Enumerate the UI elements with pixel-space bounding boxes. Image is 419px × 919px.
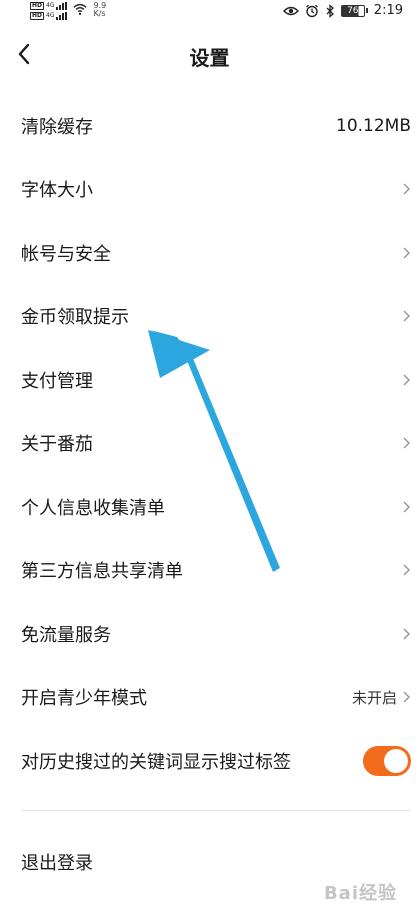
setting-payment-management[interactable]: 支付管理	[0, 348, 419, 412]
chevron-right-icon	[403, 691, 411, 703]
chevron-right-icon	[403, 183, 411, 195]
battery-icon: 76	[340, 4, 368, 17]
network-indicators: HD 4G HD 4G 9.9 K/s	[30, 2, 106, 20]
setting-teen-mode[interactable]: 开启青少年模式 未开启	[0, 666, 419, 730]
setting-label: 个人信息收集清单	[21, 497, 165, 519]
logout-button[interactable]: 退出登录	[21, 832, 93, 892]
section-divider	[21, 810, 411, 811]
sim1-signal-icon	[56, 2, 68, 10]
toggle-knob	[384, 748, 408, 773]
setting-account-security[interactable]: 帐号与安全	[0, 221, 419, 285]
chevron-right-icon	[403, 247, 411, 259]
sim1-hd-badge: HD	[30, 2, 45, 10]
setting-clear-cache[interactable]: 清除缓存 10.12MB	[0, 94, 419, 158]
chevron-right-icon	[403, 501, 411, 513]
setting-label: 帐号与安全	[21, 243, 111, 265]
setting-label: 免流量服务	[21, 624, 111, 646]
setting-search-history-tag: 对历史搜过的关键词显示搜过标签	[0, 729, 419, 793]
setting-label: 字体大小	[21, 180, 93, 202]
setting-coin-reminder[interactable]: 金币领取提示	[0, 285, 419, 349]
setting-personal-info-list[interactable]: 个人信息收集清单	[0, 475, 419, 539]
setting-label: 金币领取提示	[21, 307, 129, 329]
network-speed: 9.9 K/s	[93, 2, 106, 18]
setting-font-size[interactable]: 字体大小	[0, 158, 419, 222]
setting-label: 开启青少年模式	[21, 688, 147, 710]
setting-label: 清除缓存	[21, 116, 93, 138]
chevron-right-icon	[403, 310, 411, 322]
setting-label: 支付管理	[21, 370, 93, 392]
chevron-right-icon	[403, 564, 411, 576]
chevron-right-icon	[403, 437, 411, 449]
setting-free-data-service[interactable]: 免流量服务	[0, 602, 419, 666]
wifi-icon	[73, 3, 88, 15]
alarm-icon	[305, 4, 318, 17]
teen-mode-status: 未开启	[351, 688, 397, 707]
sim2-signal-icon	[56, 12, 68, 20]
setting-label: 对历史搜过的关键词显示搜过标签	[21, 751, 291, 773]
chevron-right-icon	[403, 374, 411, 386]
sim1-network-type: 4G	[46, 2, 55, 9]
title-bar: 设置	[0, 30, 419, 80]
setting-third-party-sharing-list[interactable]: 第三方信息共享清单	[0, 539, 419, 603]
eye-icon	[282, 6, 299, 15]
battery-level: 76	[347, 5, 359, 16]
system-indicators: 76 2:19	[282, 3, 403, 18]
settings-list: 清除缓存 10.12MB 字体大小 帐号与安全 金币领取提示 支付管理 关于番茄…	[0, 94, 419, 793]
status-time: 2:19	[373, 3, 403, 18]
network-speed-unit: K/s	[93, 9, 106, 18]
watermark: Bai经验	[323, 883, 397, 904]
setting-about[interactable]: 关于番茄	[0, 412, 419, 476]
page-title: 设置	[189, 46, 230, 70]
status-bar: HD 4G HD 4G 9.9 K/s 76 2:19	[0, 0, 419, 24]
chevron-right-icon	[403, 628, 411, 640]
bluetooth-icon	[326, 3, 334, 18]
sim2-hd-badge: HD	[30, 12, 45, 20]
search-history-tag-toggle[interactable]	[363, 745, 411, 776]
cache-size-value: 10.12MB	[336, 115, 411, 136]
sim2-network-type: 4G	[46, 12, 55, 19]
setting-label: 关于番茄	[21, 434, 93, 456]
setting-label: 第三方信息共享清单	[21, 561, 183, 583]
